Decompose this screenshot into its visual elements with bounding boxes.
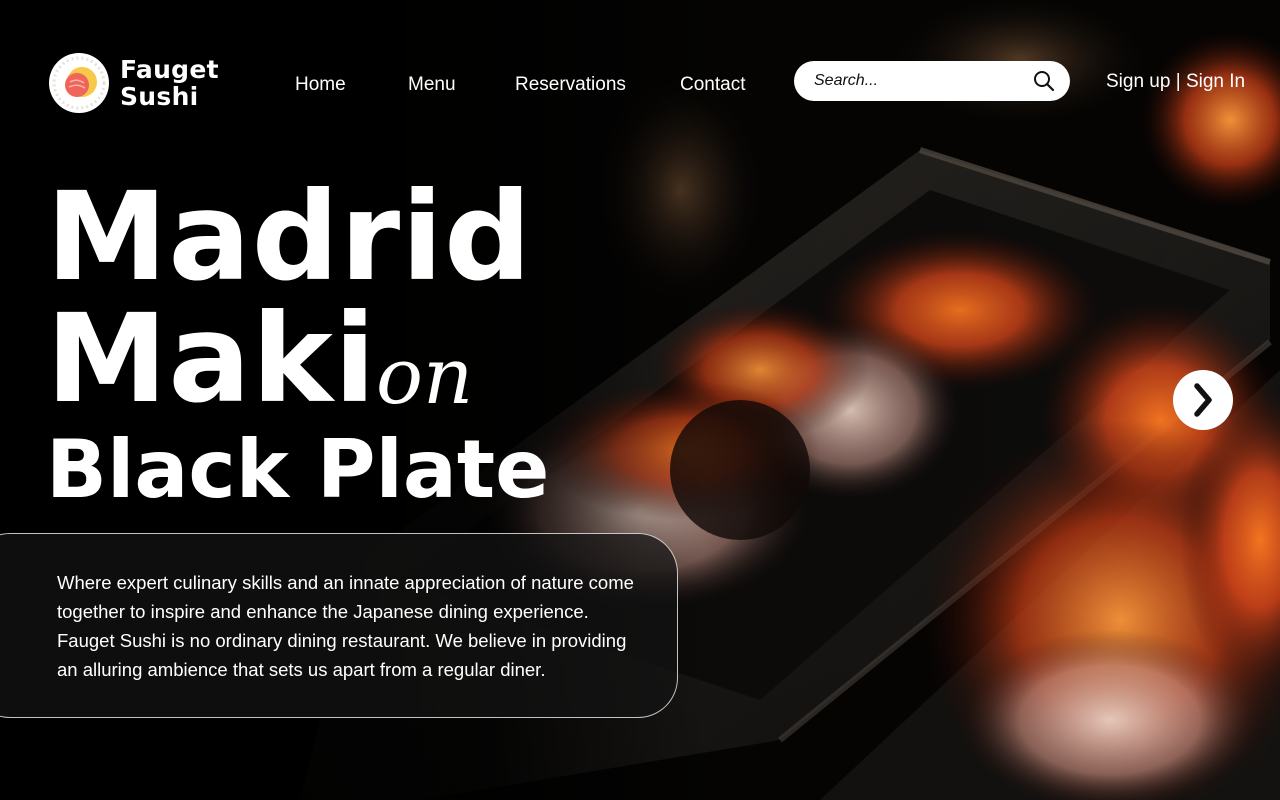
auth-links: Sign up | Sign In [1106, 71, 1245, 93]
main-nav: Home Menu Reservations Contact [0, 74, 760, 98]
nav-item-reservations[interactable]: Reservations [515, 74, 626, 96]
search-bar [794, 61, 1070, 101]
hero-description-card: Where expert culinary skills and an inna… [0, 533, 678, 718]
nav-item-menu[interactable]: Menu [408, 74, 456, 96]
next-slide-button[interactable] [1173, 370, 1233, 430]
hero-title-script: on [376, 332, 474, 422]
hero-title-line1: Madrid [46, 166, 533, 308]
hero-title-line3: Black Plate [46, 423, 550, 516]
hero-description: Where expert culinary skills and an inna… [57, 572, 634, 680]
signup-link[interactable]: Sign up [1106, 71, 1170, 92]
landing-page: Fauget Sushi Home Menu Reservations Cont… [0, 0, 1280, 800]
search-input[interactable] [814, 68, 1024, 94]
hero-title-line2: Maki [46, 288, 377, 430]
nav-item-contact[interactable]: Contact [680, 74, 745, 96]
nav-item-home[interactable]: Home [295, 74, 346, 96]
chevron-right-icon [1194, 383, 1212, 417]
signin-link[interactable]: Sign In [1186, 71, 1245, 92]
search-icon[interactable] [1033, 70, 1055, 92]
auth-separator: | [1175, 71, 1181, 92]
